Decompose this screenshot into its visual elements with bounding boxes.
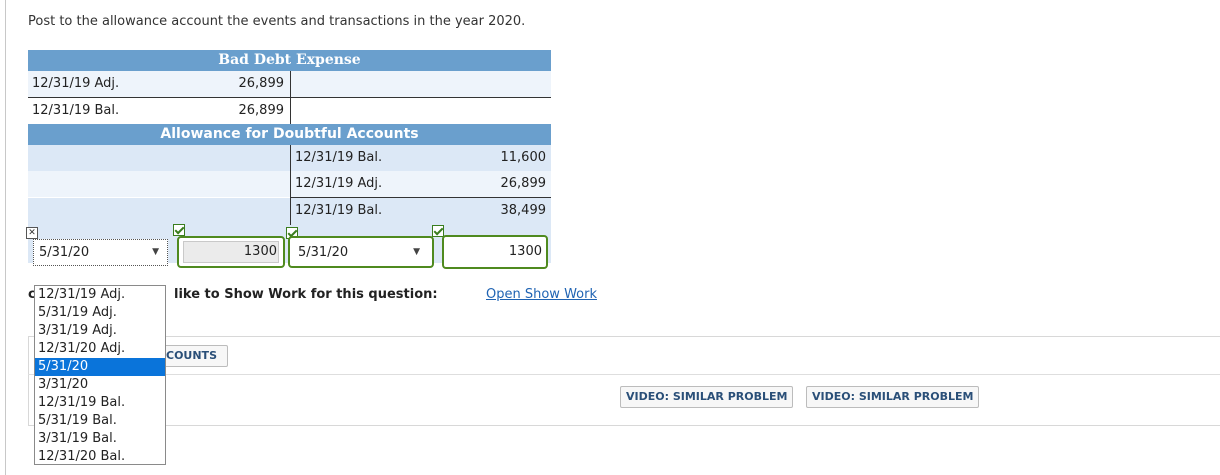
dropdown-option[interactable]: 5/31/19 Adj.	[35, 304, 165, 322]
allowance-row: 12/31/19 Bal. 11,600	[28, 145, 551, 171]
dropdown-option[interactable]: 5/31/19 Bal.	[35, 412, 165, 430]
credit-date-select[interactable]: 5/31/20 ▼	[288, 236, 434, 268]
bad-debt-row-label: 12/31/19 Bal.	[32, 103, 120, 118]
instruction-text: Post to the allowance account the events…	[28, 14, 526, 29]
dropdown-option[interactable]: 12/31/20 Adj.	[35, 340, 165, 358]
debit-amount-field[interactable]: 1300	[177, 236, 285, 268]
bad-debt-row-amount: 26,899	[238, 103, 285, 118]
dropdown-option-selected[interactable]: 5/31/20	[35, 358, 165, 376]
credit-amount-value: 1300	[508, 244, 542, 259]
dropdown-option[interactable]: 12/31/20 Bal.	[35, 448, 165, 466]
dropdown-option[interactable]: 12/31/19 Adj.	[35, 286, 165, 304]
credit-amount-field[interactable]: 1300	[442, 235, 548, 269]
bad-debt-row-amount: 26,899	[238, 76, 285, 91]
video-similar-problem-button[interactable]: VIDEO: SIMILAR PROBLEM	[806, 386, 980, 408]
bad-debt-row: 12/31/19 Bal. 26,899	[28, 98, 551, 124]
credit-date-value: 5/31/20	[298, 245, 349, 260]
open-show-work-link[interactable]: Open Show Work	[486, 287, 597, 302]
dropdown-arrow-icon: ▼	[413, 247, 420, 257]
dropdown-option[interactable]: 3/31/19 Bal.	[35, 430, 165, 448]
allowance-row: 12/31/19 Bal. 38,499	[28, 198, 551, 225]
left-border	[0, 0, 6, 475]
video-similar-problem-button[interactable]: VIDEO: SIMILAR PROBLEM	[620, 386, 794, 408]
allowance-row-label: 12/31/19 Bal.	[295, 150, 383, 165]
allowance-row: 12/31/19 Adj. 26,899	[28, 171, 551, 197]
allowance-row-label: 12/31/19 Bal.	[295, 203, 383, 218]
date-dropdown-list[interactable]: 12/31/19 Adj. 5/31/19 Adj. 3/31/19 Adj. …	[34, 285, 166, 465]
panel-divider	[28, 374, 1220, 375]
bad-debt-row: 12/31/19 Adj. 26,899	[28, 71, 551, 97]
show-work-text: like to Show Work for this question:	[174, 287, 438, 302]
dropdown-option[interactable]: 3/31/20	[35, 376, 165, 394]
bad-debt-title: Bad Debt Expense	[28, 50, 551, 71]
debit-date-select[interactable]: 5/31/20 ▼	[33, 239, 168, 266]
allowance-row-amount: 38,499	[500, 203, 547, 218]
bad-debt-row-label: 12/31/19 Adj.	[32, 76, 120, 91]
debit-amount-value: 1300	[243, 244, 277, 259]
dropdown-arrow-icon: ▼	[152, 247, 159, 257]
close-icon[interactable]: ✕	[26, 227, 38, 239]
accounts-button[interactable]: COUNTS	[160, 345, 228, 367]
dropdown-option[interactable]: 12/31/19 Bal.	[35, 394, 165, 412]
allowance-title: Allowance for Doubtful Accounts	[28, 124, 551, 145]
dropdown-option[interactable]: 3/31/19 Adj.	[35, 322, 165, 340]
allowance-row-amount: 26,899	[500, 176, 547, 191]
allowance-row-label: 12/31/19 Adj.	[295, 176, 383, 191]
check-icon	[173, 224, 185, 236]
debit-date-value: 5/31/20	[39, 245, 90, 260]
allowance-row-amount: 11,600	[500, 150, 547, 165]
